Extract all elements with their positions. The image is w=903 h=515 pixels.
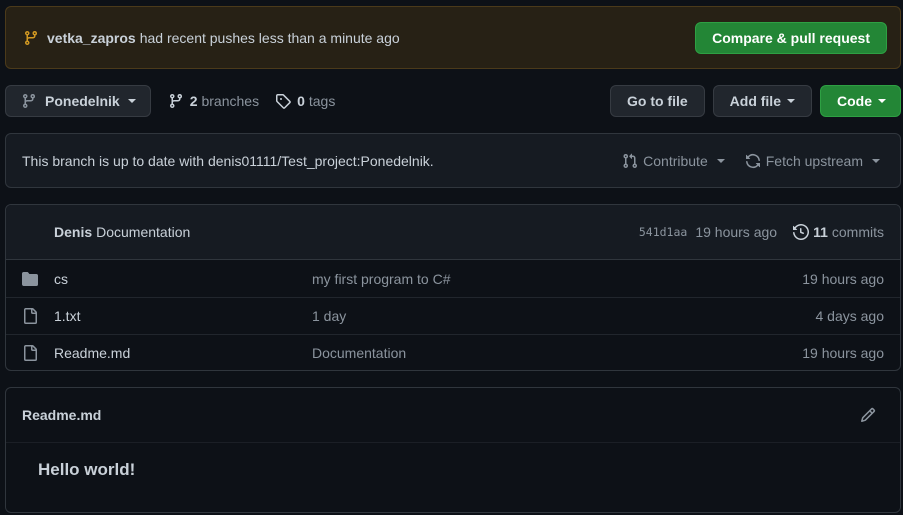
history-icon <box>793 224 809 240</box>
commit-sha[interactable]: 541d1aa <box>639 225 687 239</box>
folder-icon <box>22 271 38 287</box>
branch-selector[interactable]: Ponedelnik <box>5 85 151 117</box>
file-row[interactable]: 1.txt 1 day 4 days ago <box>6 297 900 334</box>
branches-label: branches <box>201 93 260 109</box>
add-file-button[interactable]: Add file <box>712 85 812 117</box>
commits-history-link[interactable]: 11 commits <box>793 224 884 240</box>
branch-sync-status: This branch is up to date with denis0111… <box>5 133 901 188</box>
chevron-down-icon <box>878 99 886 103</box>
file-commit-message[interactable]: Documentation <box>312 345 406 361</box>
git-branch-icon <box>23 30 39 46</box>
file-name[interactable]: Readme.md <box>54 345 312 361</box>
push-message: had recent pushes less than a minute ago <box>139 29 400 46</box>
fetch-upstream-dropdown[interactable]: Fetch upstream <box>745 153 880 169</box>
pushed-branch-name[interactable]: vetka_zapros <box>47 30 136 46</box>
recent-push-banner: vetka_zapros had recent pushes less than… <box>5 6 901 69</box>
commits-label: commits <box>831 224 884 240</box>
git-branch-icon <box>168 93 184 109</box>
code-button[interactable]: Code <box>820 85 901 117</box>
file-commit-time: 19 hours ago <box>802 270 884 287</box>
readme-header: Readme.md <box>6 388 900 443</box>
contribute-label: Contribute <box>643 152 708 169</box>
readme-heading: Hello world! <box>38 460 136 479</box>
compare-pull-request-button[interactable]: Compare & pull request <box>695 21 887 54</box>
chevron-down-icon <box>127 99 136 103</box>
commit-time: 19 hours ago <box>695 224 778 240</box>
pull-request-icon <box>622 153 638 169</box>
add-file-label: Add file <box>729 93 781 109</box>
code-label: Code <box>837 93 872 109</box>
tags-label: tags <box>308 93 336 109</box>
chevron-down-icon <box>716 158 725 163</box>
branches-link[interactable]: 2 branches <box>168 93 259 109</box>
readme-panel: Readme.md Hello world! <box>5 387 901 513</box>
go-to-file-button[interactable]: Go to file <box>609 85 705 117</box>
branch-selector-label: Ponedelnik <box>45 93 120 109</box>
chevron-down-icon <box>872 158 880 163</box>
file-row[interactable]: Readme.md Documentation 19 hours ago <box>6 334 900 370</box>
file-commit-message[interactable]: my first program to C# <box>312 271 450 287</box>
file-commit-time: 19 hours ago <box>802 345 884 361</box>
latest-commit-bar: Denis Documentation 541d1aa 19 hours ago… <box>6 205 900 260</box>
commits-count: 11 <box>813 224 828 240</box>
pencil-icon[interactable] <box>860 407 876 423</box>
readme-title[interactable]: Readme.md <box>22 407 101 423</box>
tag-icon <box>275 93 291 109</box>
tags-link[interactable]: 0 tags <box>275 93 335 109</box>
repo-toolbar: Ponedelnik 2 branches 0 tags Go to file … <box>5 85 901 117</box>
file-row[interactable]: cs my first program to C# 19 hours ago <box>6 260 900 297</box>
git-branch-icon <box>21 93 37 109</box>
file-name[interactable]: cs <box>54 271 312 287</box>
branches-count: 2 <box>189 93 198 109</box>
fetch-upstream-label: Fetch upstream <box>765 152 863 169</box>
file-name[interactable]: 1.txt <box>54 308 312 324</box>
sync-icon <box>745 153 761 169</box>
contribute-dropdown[interactable]: Contribute <box>622 153 725 169</box>
commit-author[interactable]: Denis <box>54 224 92 240</box>
sync-message: This branch is up to date with denis0111… <box>22 152 434 169</box>
file-icon <box>22 345 38 361</box>
file-commit-message[interactable]: 1 day <box>312 308 346 324</box>
chevron-down-icon <box>787 99 795 103</box>
tags-count: 0 <box>297 93 305 109</box>
commit-message[interactable]: Documentation <box>96 224 190 240</box>
file-icon <box>22 308 38 324</box>
file-commit-time: 4 days ago <box>815 308 885 324</box>
file-list: Denis Documentation 541d1aa 19 hours ago… <box>5 204 901 371</box>
